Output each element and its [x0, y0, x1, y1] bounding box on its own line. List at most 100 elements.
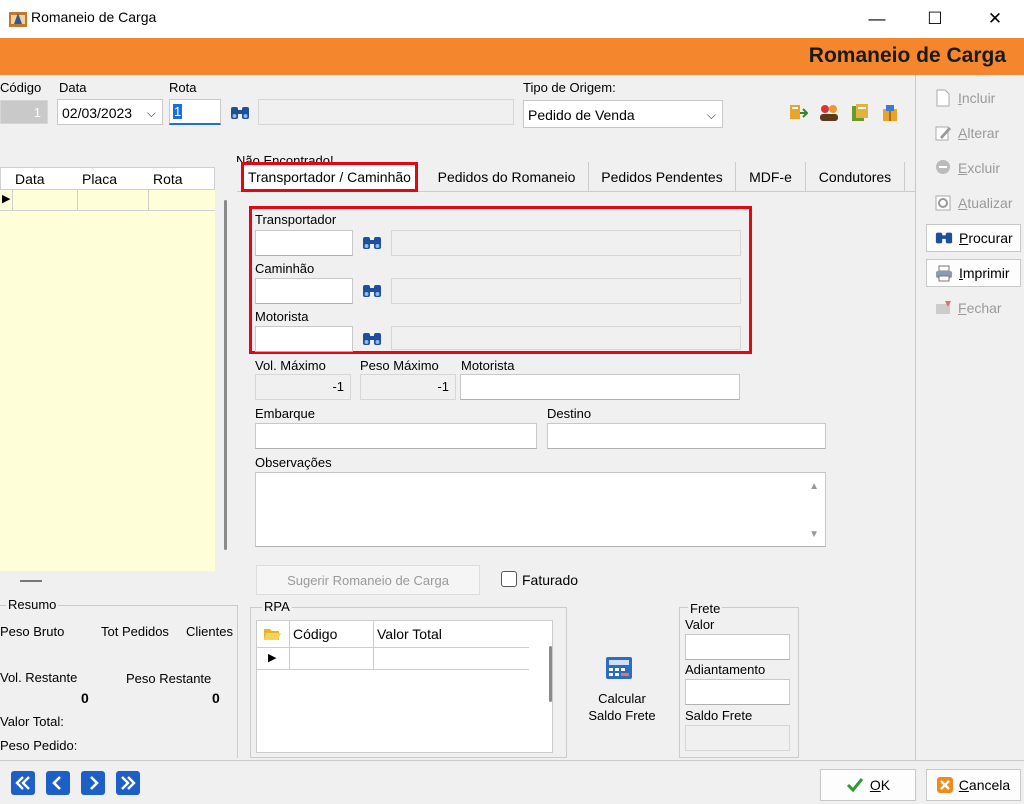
folder-open-icon[interactable] — [263, 626, 281, 642]
valor-frete-label: Valor — [685, 617, 715, 632]
caminhao-input[interactable] — [255, 278, 353, 304]
tab-mdfe[interactable]: MDF-e — [736, 162, 806, 192]
ok-label: OK — [869, 777, 891, 793]
resumo-title: Resumo — [6, 597, 59, 612]
faturado-checkbox[interactable] — [501, 571, 517, 587]
adiantamento-label: Adiantamento — [685, 662, 766, 677]
document-export-icon[interactable] — [850, 103, 870, 123]
data-value: 02/03/2023 — [62, 105, 133, 121]
observacoes-textarea[interactable]: ▲ ▼ — [255, 472, 826, 547]
row-pointer-icon: ▶ — [268, 652, 277, 664]
tab-pedidos-romaneio[interactable]: Pedidos do Romaneio — [425, 162, 589, 192]
close-button[interactable]: ✕ — [966, 0, 1024, 38]
users-icon[interactable] — [818, 103, 840, 123]
adiantamento-input[interactable] — [685, 679, 790, 705]
previous-record-button[interactable] — [46, 771, 70, 795]
codigo-label: Código — [0, 80, 42, 95]
transportador-input[interactable] — [255, 230, 353, 256]
side-divider — [915, 75, 916, 760]
clientes-label: Clientes — [186, 624, 233, 639]
column-codigo[interactable]: Código — [293, 626, 337, 642]
delete-icon — [936, 160, 950, 174]
procurar-button[interactable]: Procurar — [926, 224, 1021, 252]
cancela-label: Cancela — [958, 777, 1011, 793]
atualizar-button[interactable]: Atualizar — [926, 189, 1021, 217]
tab-transportador-caminhao[interactable]: Transportador / Caminhão — [241, 162, 418, 192]
nao-encontrado-text: Não Encontrado! — [236, 153, 334, 162]
sugerir-romaneio-button[interactable]: Sugerir Romaneio de Carga — [256, 565, 480, 595]
fechar-label: Fechar — [958, 300, 1002, 316]
splitter-handle[interactable] — [20, 580, 42, 582]
header-title: Romaneio de Carga — [808, 44, 1006, 67]
peso-restante-label: Peso Restante — [126, 671, 212, 686]
codigo-field[interactable]: 1 — [0, 100, 48, 124]
binoculars-icon[interactable] — [362, 283, 382, 299]
package-icon[interactable] — [880, 103, 900, 123]
incluir-button[interactable]: Incluir — [926, 84, 1021, 112]
peso-maximo-field[interactable]: -1 — [360, 374, 456, 400]
rota-input[interactable]: 1 — [169, 99, 221, 125]
romaneio-grid[interactable] — [0, 167, 215, 571]
calculator-icon[interactable] — [605, 656, 633, 680]
calcular-saldo-frete-label[interactable]: Calcular Saldo Frete — [580, 690, 664, 724]
column-placa[interactable]: Placa — [82, 171, 117, 187]
scroll-down-icon[interactable]: ▼ — [809, 529, 819, 540]
cancel-icon — [936, 777, 953, 793]
fechar-button[interactable]: Fechar — [926, 294, 1021, 322]
tipo-origem-value: Pedido de Venda — [528, 107, 635, 123]
embarque-label: Embarque — [255, 406, 315, 421]
cancela-button[interactable]: Cancela — [926, 769, 1021, 801]
scroll-up-icon[interactable]: ▲ — [809, 481, 819, 492]
column-valor-total[interactable]: Valor Total — [377, 626, 442, 642]
minimize-button[interactable]: — — [848, 0, 906, 38]
binoculars-icon[interactable] — [362, 235, 382, 251]
chevron-right-icon — [90, 776, 99, 790]
transportador-description-field — [391, 230, 741, 256]
observacoes-label: Observações — [255, 455, 332, 470]
tipo-origem-label: Tipo de Origem: — [523, 80, 616, 95]
chevron-down-icon: ⌵ — [706, 108, 716, 122]
romaneio-grid-header: Data Placa Rota — [0, 167, 215, 190]
nao-encontrado-wrap: Não Encontrado! — [236, 150, 436, 162]
checkmark-icon — [846, 778, 864, 793]
app-icon — [9, 12, 27, 27]
tab-pedidos-pendentes[interactable]: Pedidos Pendentes — [589, 162, 736, 192]
motorista-name-input[interactable] — [460, 374, 740, 400]
table-row[interactable]: ▶ — [0, 190, 215, 211]
tab-condutores[interactable]: Condutores — [806, 162, 905, 192]
rpa-scrollbar[interactable] — [549, 646, 552, 702]
header-bar: Romaneio de Carga — [0, 38, 1024, 75]
table-row[interactable]: ▶ — [256, 648, 529, 670]
rpa-grid-header: Código Valor Total — [256, 620, 529, 648]
imprimir-button[interactable]: Imprimir — [926, 259, 1021, 287]
vol-maximo-field[interactable]: -1 — [255, 374, 351, 400]
motorista-input[interactable] — [255, 326, 353, 352]
alterar-button[interactable]: Alterar — [926, 119, 1021, 147]
first-record-button[interactable] — [11, 771, 35, 795]
left-grid-scrollbar[interactable] — [224, 200, 227, 550]
peso-bruto-label: Peso Bruto — [0, 624, 65, 639]
destino-input[interactable] — [547, 423, 826, 449]
column-rota[interactable]: Rota — [153, 171, 183, 187]
tipo-origem-select[interactable]: Pedido de Venda ⌵ — [523, 100, 723, 128]
new-document-icon — [936, 89, 950, 107]
procurar-label: Procurar — [959, 230, 1013, 246]
atualizar-label: Atualizar — [958, 195, 1013, 211]
binoculars-icon — [935, 232, 953, 244]
binoculars-icon[interactable] — [230, 105, 250, 121]
valor-frete-input[interactable] — [685, 634, 790, 660]
chevron-left-icon — [52, 776, 61, 790]
next-record-button[interactable] — [81, 771, 105, 795]
excluir-button[interactable]: Excluir — [926, 154, 1021, 182]
ok-button[interactable]: OK — [820, 769, 916, 801]
last-record-button[interactable] — [116, 771, 140, 795]
binoculars-icon[interactable] — [362, 331, 382, 347]
faturado-label: Faturado — [522, 572, 579, 588]
data-datepicker[interactable]: 02/03/2023 ⌵ — [57, 99, 163, 125]
import-icon[interactable] — [788, 103, 808, 123]
vol-restante-label: Vol. Restante — [0, 670, 78, 685]
embarque-input[interactable] — [255, 423, 537, 449]
maximize-button[interactable]: ☐ — [906, 0, 964, 38]
caminhao-description-field — [391, 278, 741, 304]
column-data[interactable]: Data — [15, 171, 45, 187]
